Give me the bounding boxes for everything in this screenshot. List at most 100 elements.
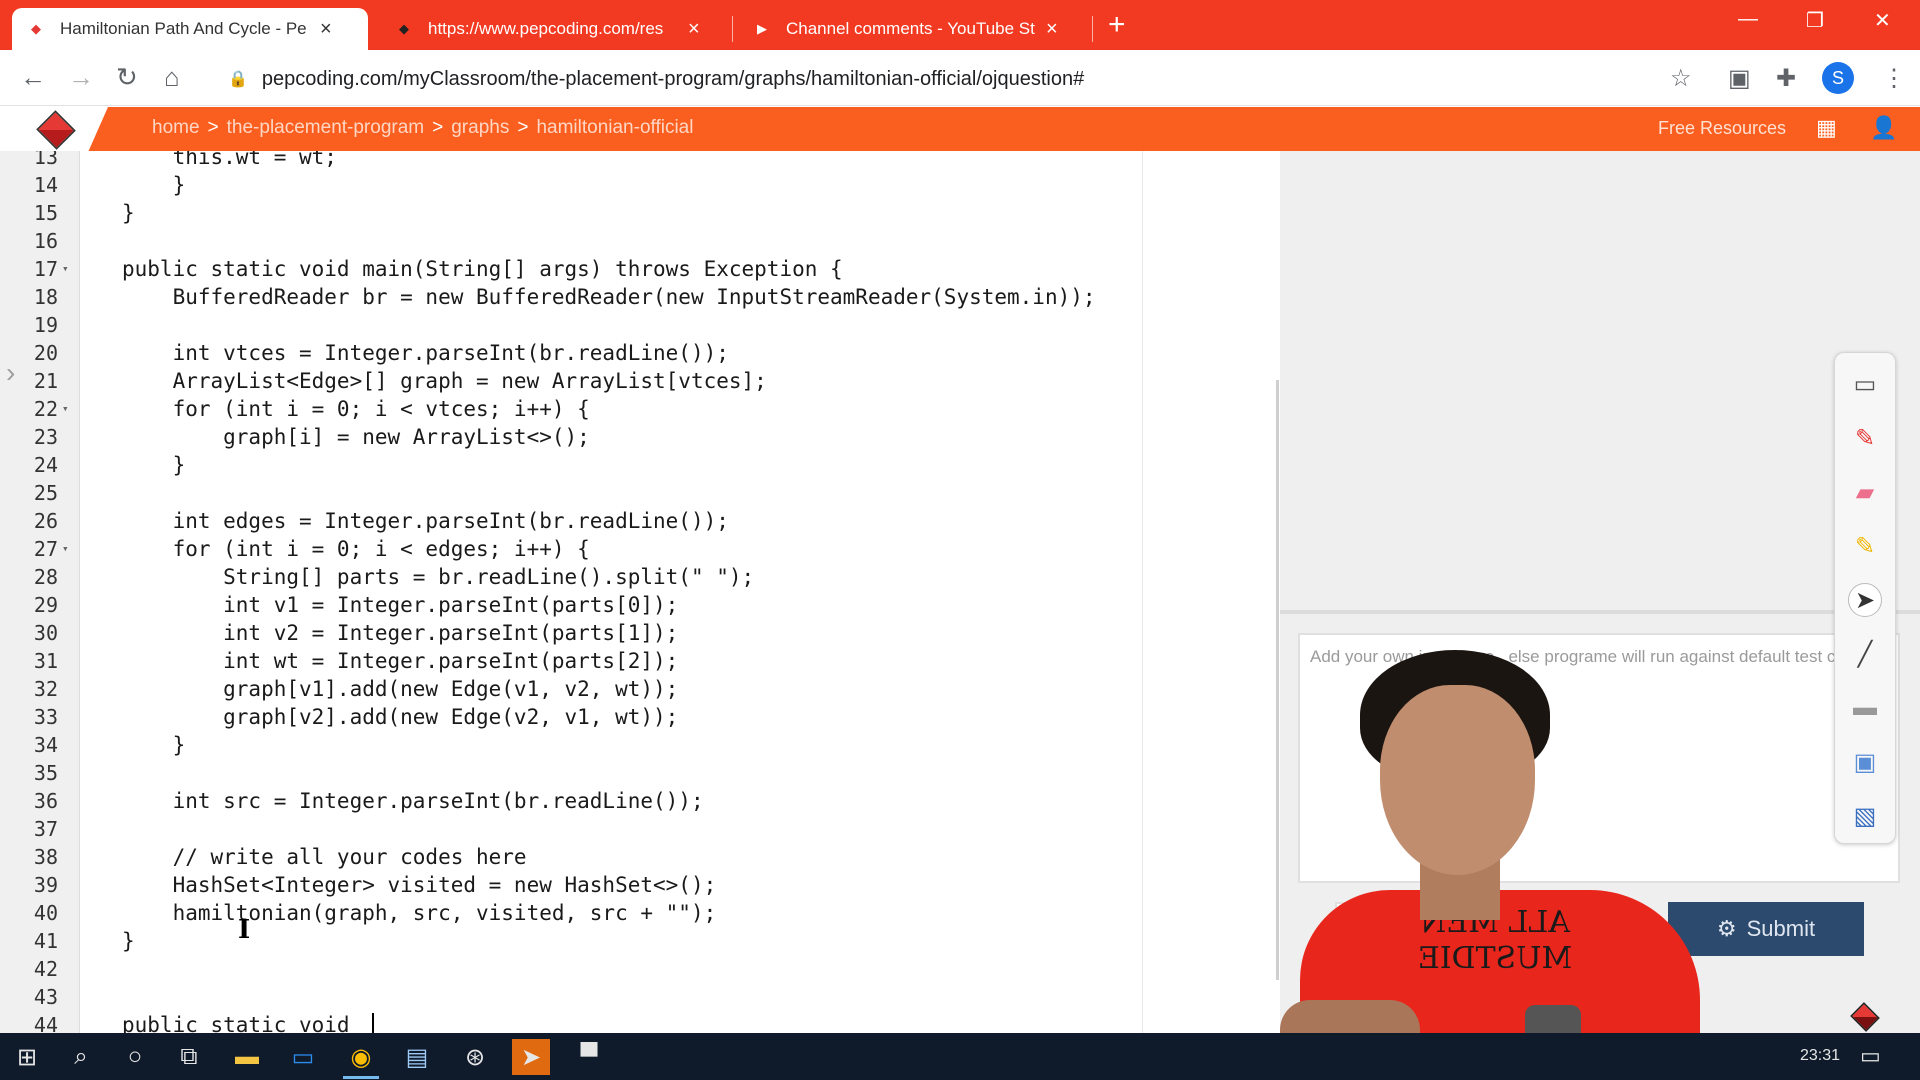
close-icon[interactable]: × bbox=[320, 19, 332, 39]
pepcoding-logo[interactable] bbox=[36, 110, 76, 150]
code-line[interactable]: 13 this.wt = wt; bbox=[0, 151, 1142, 171]
code-line[interactable]: 27 ▾ for (int i = 0; i < edges; i++) { bbox=[0, 535, 1142, 563]
code-line[interactable]: 16 bbox=[0, 227, 1142, 255]
line-number: 23 bbox=[33, 425, 58, 449]
breadcrumb-separator: > bbox=[207, 117, 219, 138]
breadcrumb-graphs[interactable]: graphs bbox=[451, 117, 509, 139]
extensions-puzzle-icon[interactable]: ✚ bbox=[1776, 64, 1796, 93]
restore-icon[interactable]: ❐ bbox=[1806, 8, 1824, 33]
capture-icon[interactable]: ▧ bbox=[1848, 799, 1882, 833]
code-line[interactable]: 28 String[] parts = br.readLine().split(… bbox=[0, 563, 1142, 591]
fold-toggle-icon[interactable]: ▾ bbox=[62, 535, 69, 563]
notification-icon[interactable]: ▭ bbox=[1860, 1043, 1881, 1069]
code-line[interactable]: 30 int v2 = Integer.parseInt(parts[1]); bbox=[0, 619, 1142, 647]
code-line[interactable]: 35 bbox=[0, 759, 1142, 787]
address-bar[interactable]: 🔒 pepcoding.com/myClassroom/the-placemen… bbox=[228, 64, 1084, 94]
reload-icon[interactable]: ↻ bbox=[116, 62, 138, 92]
code-line[interactable]: 36 int src = Integer.parseInt(br.readLin… bbox=[0, 787, 1142, 815]
search-icon[interactable]: ⌕ bbox=[62, 1039, 100, 1075]
code-line[interactable]: 25 bbox=[0, 479, 1142, 507]
code-line[interactable]: 29 int v1 = Integer.parseInt(parts[0]); bbox=[0, 591, 1142, 619]
windows-start-icon[interactable]: ⊞ bbox=[8, 1039, 46, 1075]
code-text: HashSet<Integer> visited = new HashSet<>… bbox=[122, 873, 717, 897]
breadcrumb-home[interactable]: home bbox=[152, 117, 200, 139]
notepad-icon[interactable]: ▤ bbox=[398, 1039, 436, 1075]
code-line[interactable]: 22 ▾ for (int i = 0; i < vtces; i++) { bbox=[0, 395, 1142, 423]
code-line[interactable]: 18 BufferedReader br = new BufferedReade… bbox=[0, 283, 1142, 311]
window-close-icon[interactable]: ✕ bbox=[1874, 8, 1891, 33]
code-line[interactable]: 26 int edges = Integer.parseInt(br.readL… bbox=[0, 507, 1142, 535]
code-line[interactable]: 37 bbox=[0, 815, 1142, 843]
code-line[interactable]: 34 } bbox=[0, 731, 1142, 759]
site-header: home > the-placement-program > graphs > … bbox=[0, 107, 1920, 151]
cortana-icon[interactable]: ○ bbox=[116, 1039, 154, 1075]
code-line[interactable]: 14 } bbox=[0, 171, 1142, 199]
profile-avatar[interactable]: S bbox=[1822, 62, 1854, 94]
code-line[interactable]: 44 public static void bbox=[0, 1011, 1142, 1033]
code-line[interactable]: 24 } bbox=[0, 451, 1142, 479]
screen-icon[interactable]: ▣ bbox=[1848, 745, 1882, 779]
pointer-icon[interactable]: ➤ bbox=[1848, 583, 1882, 617]
back-icon[interactable]: ← bbox=[20, 62, 46, 92]
code-line[interactable]: 31 int wt = Integer.parseInt(parts[2]); bbox=[0, 647, 1142, 675]
close-icon[interactable]: × bbox=[1046, 19, 1058, 39]
whiteboard-icon[interactable]: ▭ bbox=[1848, 367, 1882, 401]
obs-icon[interactable]: ⊛ bbox=[456, 1039, 494, 1075]
telegram-icon[interactable]: ➤ bbox=[512, 1039, 550, 1075]
panel-scrollbar[interactable] bbox=[1276, 380, 1279, 980]
home-icon[interactable]: ⌂ bbox=[164, 62, 180, 92]
fold-toggle-icon[interactable]: ▾ bbox=[62, 395, 69, 423]
presentation-icon[interactable]: ▀ bbox=[570, 1039, 608, 1075]
code-line[interactable]: 21 ArrayList<Edge>[] graph = new ArrayLi… bbox=[0, 367, 1142, 395]
code-line[interactable]: 23 graph[i] = new ArrayList<>(); bbox=[0, 423, 1142, 451]
code-line[interactable]: 41} bbox=[0, 927, 1142, 955]
file-explorer-icon[interactable]: ▬ bbox=[228, 1039, 266, 1075]
zoom-icon[interactable]: ▭ bbox=[284, 1039, 322, 1075]
panel-split-handle[interactable] bbox=[1280, 610, 1920, 614]
tab-pepcoding-resource[interactable]: ◆ https://www.pepcoding.com/res × bbox=[380, 8, 726, 50]
code-line[interactable]: 19 bbox=[0, 311, 1142, 339]
code-editor[interactable]: › 13 this.wt = wt; 14 } 15} 16 17 ▾ public sta… bbox=[0, 151, 1142, 1033]
line-number: 30 bbox=[33, 621, 58, 645]
code-line[interactable]: 42 bbox=[0, 955, 1142, 983]
extension-icon[interactable]: ▣ bbox=[1728, 64, 1751, 93]
fold-toggle-icon[interactable]: ▾ bbox=[62, 255, 69, 283]
code-text: BufferedReader br = new BufferedReader(n… bbox=[122, 285, 1096, 309]
tab-youtube-comments[interactable]: ▶ Channel comments - YouTube St × bbox=[738, 8, 1084, 50]
code-line[interactable]: 40 hamiltonian(graph, src, visited, src … bbox=[0, 899, 1142, 927]
free-resources-link[interactable]: Free Resources bbox=[1658, 118, 1786, 139]
code-line[interactable]: 38 // write all your codes here bbox=[0, 843, 1142, 871]
highlighter-icon[interactable]: ✎ bbox=[1848, 529, 1882, 563]
pen-icon[interactable]: ✎ bbox=[1848, 421, 1882, 455]
forward-icon[interactable]: → bbox=[68, 62, 94, 92]
task-view-icon[interactable]: ⧉ bbox=[170, 1039, 208, 1075]
code-line[interactable]: 33 graph[v2].add(new Edge(v2, v1, wt)); bbox=[0, 703, 1142, 731]
code-line[interactable]: 17 ▾ public static void main(String[] args… bbox=[0, 255, 1142, 283]
code-line[interactable]: 15} bbox=[0, 199, 1142, 227]
breadcrumb-program[interactable]: the-placement-program bbox=[227, 117, 424, 139]
grid-icon[interactable]: ▦ bbox=[1816, 115, 1837, 141]
code-line[interactable]: 43 bbox=[0, 983, 1142, 1011]
taskbar-clock[interactable]: 23:31 bbox=[1800, 1047, 1840, 1065]
chrome-icon[interactable]: ◉ bbox=[342, 1039, 380, 1075]
code-text: graph[i] = new ArrayList<>(); bbox=[122, 425, 590, 449]
code-text: int src = Integer.parseInt(br.readLine()… bbox=[122, 789, 704, 813]
menu-icon[interactable]: ⋮ bbox=[1882, 64, 1906, 93]
brush-icon[interactable]: ╱ bbox=[1848, 637, 1882, 671]
bookmark-star-icon[interactable]: ☆ bbox=[1670, 64, 1692, 93]
code-line[interactable]: 32 graph[v1].add(new Edge(v1, v2, wt)); bbox=[0, 675, 1142, 703]
line-width-icon[interactable]: ▬ bbox=[1848, 691, 1882, 725]
line-number: 19 bbox=[33, 313, 58, 337]
code-text: String[] parts = br.readLine().split(" "… bbox=[122, 565, 755, 589]
code-text: } bbox=[122, 173, 186, 197]
code-line[interactable]: 39 HashSet<Integer> visited = new HashSe… bbox=[0, 871, 1142, 899]
breadcrumb-hamiltonian[interactable]: hamiltonian-official bbox=[536, 117, 693, 139]
user-icon[interactable]: 👤 bbox=[1870, 115, 1897, 141]
tab-hamiltonian[interactable]: ◆ Hamiltonian Path And Cycle - Pe × bbox=[12, 8, 368, 50]
code-line[interactable]: 20 int vtces = Integer.parseInt(br.readL… bbox=[0, 339, 1142, 367]
close-icon[interactable]: × bbox=[688, 19, 700, 39]
minimize-icon[interactable]: — bbox=[1738, 8, 1758, 31]
eraser-icon[interactable]: ▰ bbox=[1848, 475, 1882, 509]
new-tab-button[interactable]: + bbox=[1108, 10, 1126, 40]
editor-divider[interactable] bbox=[1142, 151, 1143, 1033]
